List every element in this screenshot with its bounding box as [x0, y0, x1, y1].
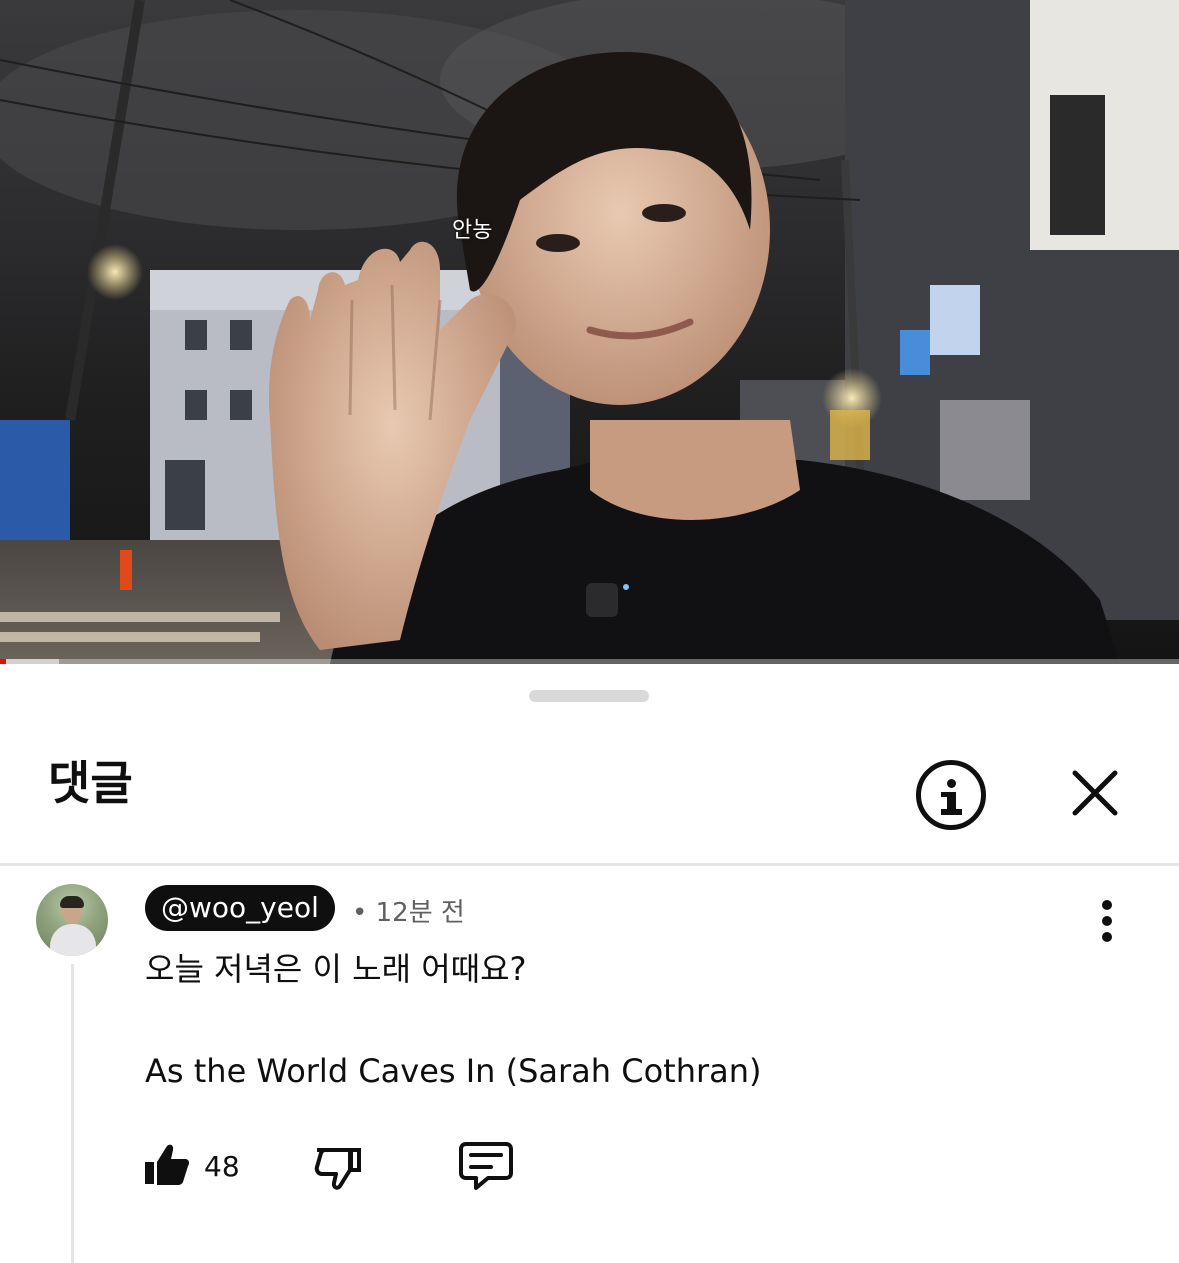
- close-icon[interactable]: [1067, 765, 1123, 821]
- comments-sheet: 댓글 @woo_yeol • 12분 전 오늘 저녁은 이 노래 어때요? As…: [0, 664, 1179, 1263]
- more-vert-icon[interactable]: [1092, 900, 1122, 942]
- drag-handle[interactable]: [529, 690, 649, 702]
- comment-meta: • 12분 전: [352, 892, 465, 929]
- video-player[interactable]: 안농: [0, 0, 1179, 664]
- progress-fill: [0, 659, 6, 664]
- header-divider: [0, 863, 1179, 866]
- comment-time: 12분 전: [375, 898, 465, 928]
- reply-icon[interactable]: [458, 1140, 514, 1192]
- meta-separator: •: [352, 898, 368, 928]
- like-count: 48: [204, 1150, 240, 1183]
- info-icon[interactable]: [916, 760, 986, 830]
- thread-line: [71, 964, 74, 1263]
- thumbs-down-icon[interactable]: [312, 1142, 362, 1192]
- avatar[interactable]: [36, 884, 108, 956]
- author-handle[interactable]: @woo_yeol: [145, 885, 335, 931]
- comment-text-line1: 오늘 저녁은 이 노래 어때요?: [145, 950, 527, 988]
- sheet-title: 댓글: [48, 756, 133, 810]
- comment-text-line2: As the World Caves In (Sarah Cothran): [145, 1052, 762, 1090]
- thumbs-up-icon[interactable]: [141, 1140, 191, 1190]
- video-frame: [0, 0, 1179, 664]
- video-caption: 안농: [452, 218, 493, 243]
